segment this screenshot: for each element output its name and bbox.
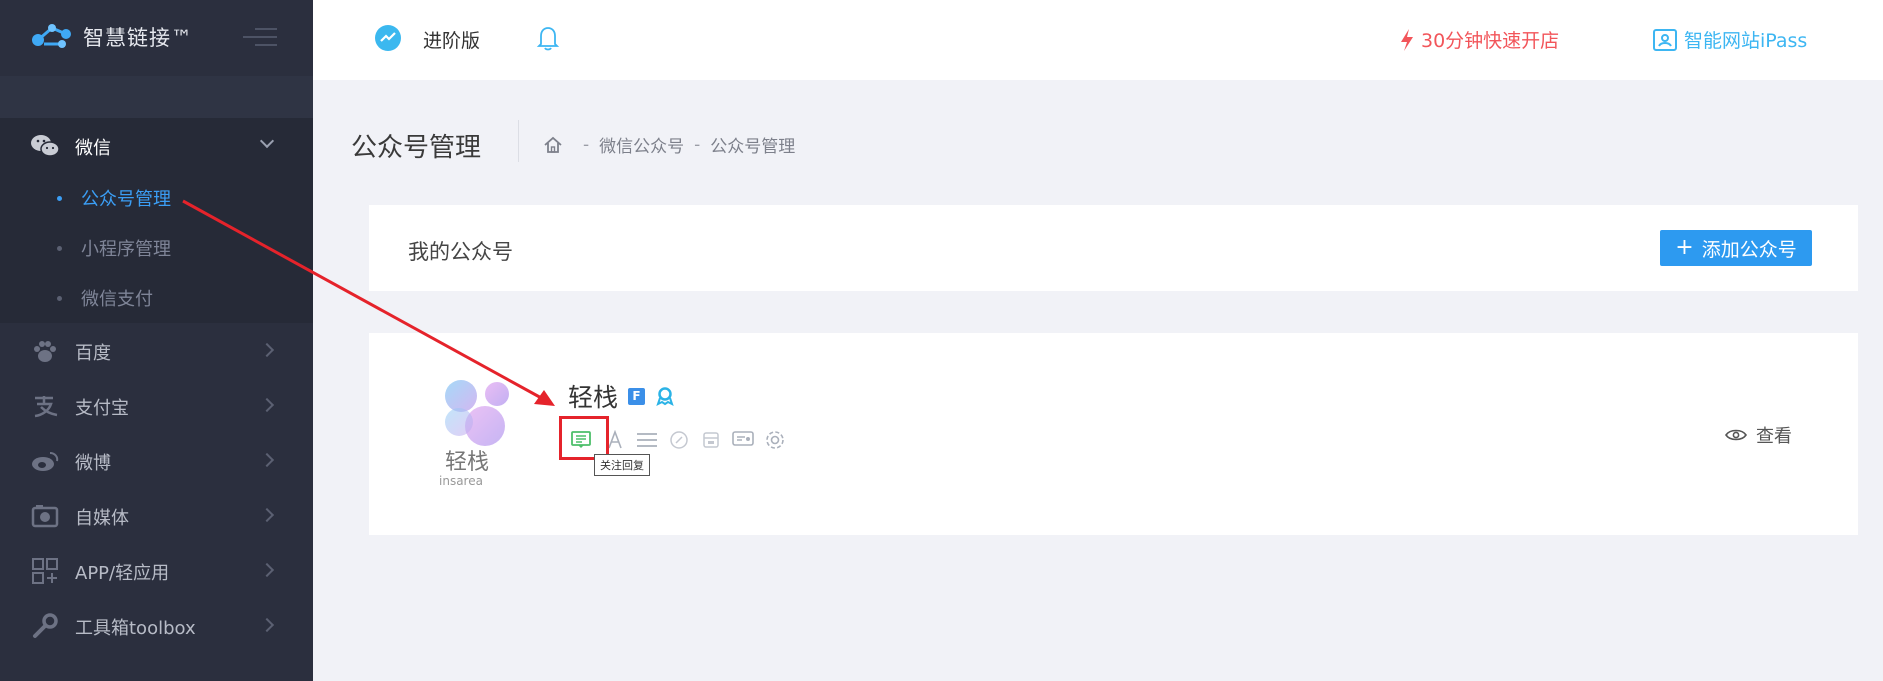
account-name: 轻栈 <box>568 383 619 412</box>
view-label: 查看 <box>1756 426 1792 447</box>
sidebar-subitem-wechat-pay[interactable]: 微信支付 <box>0 273 313 323</box>
menu-toggle-icon[interactable] <box>243 28 277 48</box>
chevron-right-icon <box>259 507 275 523</box>
apps-grid-icon <box>30 557 60 585</box>
chevron-right-icon <box>259 562 275 578</box>
add-account-label: 添加公众号 <box>1701 238 1797 261</box>
link-button[interactable] <box>668 429 690 451</box>
paw-icon <box>30 337 60 365</box>
sidebar-item-label: 工具箱toolbox <box>75 618 196 639</box>
sidebar-item-wechat[interactable]: 微信 <box>0 118 313 173</box>
quick-open-store-link[interactable]: 30分钟快速开店 <box>1399 26 1559 53</box>
follow-reply-button[interactable] <box>559 416 609 460</box>
alipay-icon <box>30 392 60 420</box>
account-card: 轻栈 insarea 轻栈 F 关注回复 查看 <box>369 333 1858 535</box>
sidebar-item-label: 自媒体 <box>75 508 129 529</box>
brand-logo-icon <box>32 24 71 48</box>
account-logo: 轻栈 insarea <box>439 380 509 488</box>
account-name-row: 轻栈 F <box>568 378 675 414</box>
chevron-right-icon <box>259 452 275 468</box>
chevron-right-icon <box>259 342 275 358</box>
sidebar-item-apps[interactable]: APP/轻应用 <box>0 543 313 598</box>
media-icon <box>30 502 60 530</box>
plus-icon: + <box>1675 235 1694 260</box>
sidebar-item-self-media[interactable]: 自媒体 <box>0 488 313 543</box>
link-icon <box>670 431 688 449</box>
ipass-label: 智能网站iPass <box>1684 30 1808 52</box>
sidebar-subitem-label: 公众号管理 <box>81 189 171 210</box>
weibo-icon <box>30 447 60 475</box>
breadcrumb-item[interactable]: 微信公众号 <box>599 132 684 157</box>
sidebar-item-toolbox[interactable]: 工具箱toolbox <box>0 598 313 653</box>
my-accounts-header-card: 我的公众号 + 添加公众号 <box>369 205 1858 291</box>
logo-subtext: insarea <box>439 474 483 488</box>
card-title: 我的公众号 <box>408 240 513 264</box>
tooltip: 关注回复 <box>594 454 650 476</box>
sidebar-item-label: 微博 <box>75 453 111 474</box>
sidebar-item-label: APP/轻应用 <box>75 563 170 584</box>
breadcrumb-item: 公众号管理 <box>710 137 796 157</box>
wechat-icon <box>30 132 60 160</box>
ipass-icon <box>1653 28 1677 51</box>
sidebar-subitem-mini-programs[interactable]: 小程序管理 <box>0 223 313 273</box>
f-badge-icon: F <box>628 387 646 405</box>
menu-lines-icon <box>637 433 657 447</box>
sidebar-menu: 微信 公众号管理 小程序管理 微信支付 百度 支付宝 微博 自媒体 APP/轻应… <box>0 118 313 653</box>
view-account-link[interactable]: 查看 <box>1725 422 1792 448</box>
lightning-icon <box>1401 28 1413 51</box>
sidebar-item-alipay[interactable]: 支付宝 <box>0 378 313 433</box>
sidebar-item-label: 支付宝 <box>75 398 129 419</box>
chat-button[interactable] <box>732 429 754 451</box>
home-icon[interactable] <box>543 135 563 155</box>
breadcrumb-separator: - <box>583 134 590 155</box>
logo-text: 轻栈 <box>445 450 489 475</box>
sidebar: 智慧链接™ 微信 公众号管理 小程序管理 微信支付 百度 支付宝 微博 自媒体 … <box>0 0 313 681</box>
breadcrumb-separator: - <box>694 134 701 155</box>
sidebar-subitem-label: 微信支付 <box>81 289 153 310</box>
promo-label: 30分钟快速开店 <box>1421 30 1560 52</box>
chevron-right-icon <box>259 617 275 633</box>
top-bar: 进阶版 30分钟快速开店 智能网站iPass <box>313 0 1883 80</box>
edition-icon <box>375 25 401 51</box>
brand-header: 智慧链接™ <box>0 0 313 76</box>
bullet-dot <box>57 196 62 201</box>
menu-group-wechat: 微信 公众号管理 小程序管理 微信支付 <box>0 118 313 323</box>
chat-icon <box>732 431 754 446</box>
settings-button[interactable] <box>764 429 786 451</box>
eye-icon <box>1725 429 1747 441</box>
wrench-icon <box>30 612 60 640</box>
chevron-down-icon <box>259 133 275 149</box>
ipass-link[interactable]: 智能网站iPass <box>1653 26 1807 53</box>
brand-name: 智慧链接™ <box>83 26 193 50</box>
sidebar-subitem-label: 小程序管理 <box>81 239 171 260</box>
sidebar-item-label: 微信 <box>75 138 111 159</box>
breadcrumb: - 微信公众号 - 公众号管理 <box>543 132 795 157</box>
sidebar-item-baidu[interactable]: 百度 <box>0 323 313 378</box>
bell-icon[interactable] <box>535 24 561 52</box>
sidebar-subitem-official-accounts[interactable]: 公众号管理 <box>0 173 313 223</box>
title-divider <box>518 120 519 162</box>
edition-label[interactable]: 进阶版 <box>423 26 480 53</box>
add-account-button[interactable]: + 添加公众号 <box>1660 230 1812 266</box>
sidebar-item-weibo[interactable]: 微博 <box>0 433 313 488</box>
chevron-right-icon <box>259 397 275 413</box>
menu-group-others: 百度 支付宝 微博 自媒体 APP/轻应用 工具箱toolbox <box>0 323 313 653</box>
page-title: 公众号管理 <box>351 133 482 163</box>
menu-button[interactable] <box>636 429 658 451</box>
material-icon <box>703 432 719 448</box>
sidebar-item-label: 百度 <box>75 343 111 364</box>
certified-badge-icon <box>656 387 674 406</box>
bullet-dot <box>57 246 62 251</box>
settings-icon <box>766 431 784 449</box>
sidebar-spacer <box>0 76 313 118</box>
account-tools <box>559 416 796 460</box>
bullet-dot <box>57 296 62 301</box>
material-button[interactable] <box>700 429 722 451</box>
